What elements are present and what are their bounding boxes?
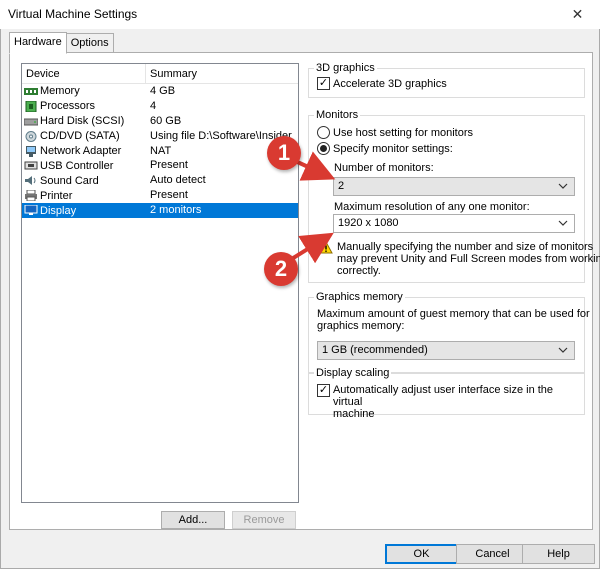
device-name: Processors (40, 100, 96, 113)
display-scaling-group: Display scaling ✓ Automatically adjust u… (308, 367, 585, 420)
device-summary: Present (150, 189, 188, 202)
device-summary: Auto detect (150, 174, 206, 187)
window-title: Virtual Machine Settings (8, 7, 138, 21)
printer-icon (24, 189, 38, 202)
processor-icon (24, 100, 38, 113)
device-name: Memory (40, 85, 80, 98)
device-row-hard-disk[interactable]: Hard Disk (SCSI) 60 GB (22, 114, 298, 129)
annotation-marker-1: 1 (267, 136, 301, 170)
auto-adjust-label: Automatically adjust user interface size… (332, 384, 554, 420)
usb-controller-icon (24, 160, 38, 171)
help-button[interactable]: Help (522, 544, 595, 564)
device-name: CD/DVD (SATA) (40, 130, 120, 143)
radio-icon (317, 126, 330, 139)
dialog-body: Hardware Options Device Summary Memory 4… (0, 29, 600, 569)
cancel-button[interactable]: Cancel (456, 544, 529, 564)
device-row-cd-dvd[interactable]: CD/DVD (SATA) Using file D:\Software\Ins… (22, 129, 298, 144)
device-name: USB Controller (40, 159, 114, 172)
device-name: Printer (40, 189, 73, 202)
graphics-memory-description: Maximum amount of guest memory that can … (317, 308, 590, 332)
specify-settings-label: Specify monitor settings: (333, 142, 453, 155)
3d-graphics-group: 3D graphics ✓ Accelerate 3D graphics (308, 62, 585, 98)
device-column-header[interactable]: Device (22, 64, 146, 83)
device-name: Network Adapter (40, 145, 122, 157)
summary-column-header[interactable]: Summary (146, 64, 197, 83)
warning-icon (319, 241, 333, 254)
specify-settings-radio[interactable]: Specify monitor settings: (317, 142, 453, 155)
cd-dvd-icon (24, 130, 38, 142)
checkmark-icon: ✓ (317, 384, 330, 397)
graphics-memory-select[interactable]: 1 GB (recommended) (317, 341, 575, 360)
device-row-memory[interactable]: Memory 4 GB (22, 84, 298, 99)
number-of-monitors-label: Number of monitors: (334, 162, 434, 174)
device-summary: 4 GB (150, 85, 176, 97)
close-icon[interactable]: ✕ (555, 0, 600, 29)
network-adapter-icon (24, 145, 38, 157)
host-setting-radio[interactable]: Use host setting for monitors (317, 126, 473, 139)
host-setting-label: Use host setting for monitors (333, 126, 474, 139)
chevron-down-icon (558, 220, 568, 226)
monitors-group: Monitors Use host setting for monitors S… (308, 109, 600, 283)
device-summary: 60 GB (150, 114, 182, 127)
remove-button[interactable]: Remove (232, 511, 296, 529)
graphics-memory-value: 1 GB (recommended) (322, 344, 428, 356)
3d-graphics-title: 3D graphics (314, 62, 377, 74)
checkmark-icon: ✓ (317, 77, 330, 90)
device-row-network-adapter[interactable]: Network Adapter NAT (22, 144, 298, 159)
device-summary: 4 (150, 99, 157, 112)
chevron-down-icon (558, 347, 568, 353)
annotation-marker-2: 2 (264, 252, 298, 286)
display-icon (24, 204, 38, 216)
graphics-memory-title: Graphics memory (314, 291, 405, 303)
accelerate-3d-label: Accelerate 3D graphics (333, 77, 447, 90)
device-rows: Memory 4 GB Processors 4 Hard Disk (SCSI… (22, 84, 298, 219)
accelerate-3d-checkbox[interactable]: ✓ Accelerate 3D graphics (317, 77, 447, 90)
max-resolution-label: Maximum resolution of any one monitor: (334, 201, 530, 213)
device-summary: 2 monitors (150, 204, 202, 217)
graphics-memory-group: Graphics memory Maximum amount of guest … (308, 291, 590, 373)
display-scaling-title: Display scaling (314, 367, 392, 379)
title-bar: Virtual Machine Settings ✕ (0, 0, 600, 29)
device-name: Display (40, 204, 77, 217)
monitor-warning-text: Manually specifying the number and size … (337, 241, 600, 277)
tab-hardware[interactable]: Hardware (9, 32, 67, 54)
ok-button[interactable]: OK (385, 544, 458, 564)
device-name: Hard Disk (SCSI) (40, 115, 125, 128)
device-list-header: Device Summary (22, 64, 298, 84)
auto-adjust-checkbox[interactable]: ✓ Automatically adjust user interface si… (317, 384, 584, 420)
radio-selected-icon (317, 142, 330, 155)
tab-strip: Hardware Options (9, 32, 114, 54)
hard-disk-icon (23, 116, 39, 127)
device-row-usb-controller[interactable]: USB Controller Present (22, 158, 298, 173)
device-summary: Present (150, 159, 188, 172)
add-button[interactable]: Add... (161, 511, 225, 529)
hardware-panel: Device Summary Memory 4 GB Processors 4 … (9, 52, 600, 530)
sound-card-icon (24, 175, 38, 186)
device-row-printer[interactable]: Printer Present (22, 188, 298, 203)
device-row-processors[interactable]: Processors 4 (22, 99, 298, 114)
monitors-title: Monitors (314, 109, 361, 121)
device-name: Sound Card (40, 174, 99, 187)
memory-icon (24, 86, 38, 97)
max-resolution-select[interactable]: 1920 x 1080 (333, 214, 575, 233)
device-list[interactable]: Device Summary Memory 4 GB Processors 4 … (21, 63, 299, 503)
max-resolution-value: 1920 x 1080 (338, 217, 399, 229)
tab-options[interactable]: Options (65, 33, 114, 53)
chevron-down-icon (558, 183, 568, 189)
device-row-display[interactable]: Display 2 monitors (22, 203, 298, 219)
device-summary: NAT (150, 144, 172, 157)
number-of-monitors-value: 2 (338, 180, 345, 192)
device-row-sound-card[interactable]: Sound Card Auto detect (22, 173, 298, 188)
number-of-monitors-select[interactable]: 2 (333, 177, 575, 196)
